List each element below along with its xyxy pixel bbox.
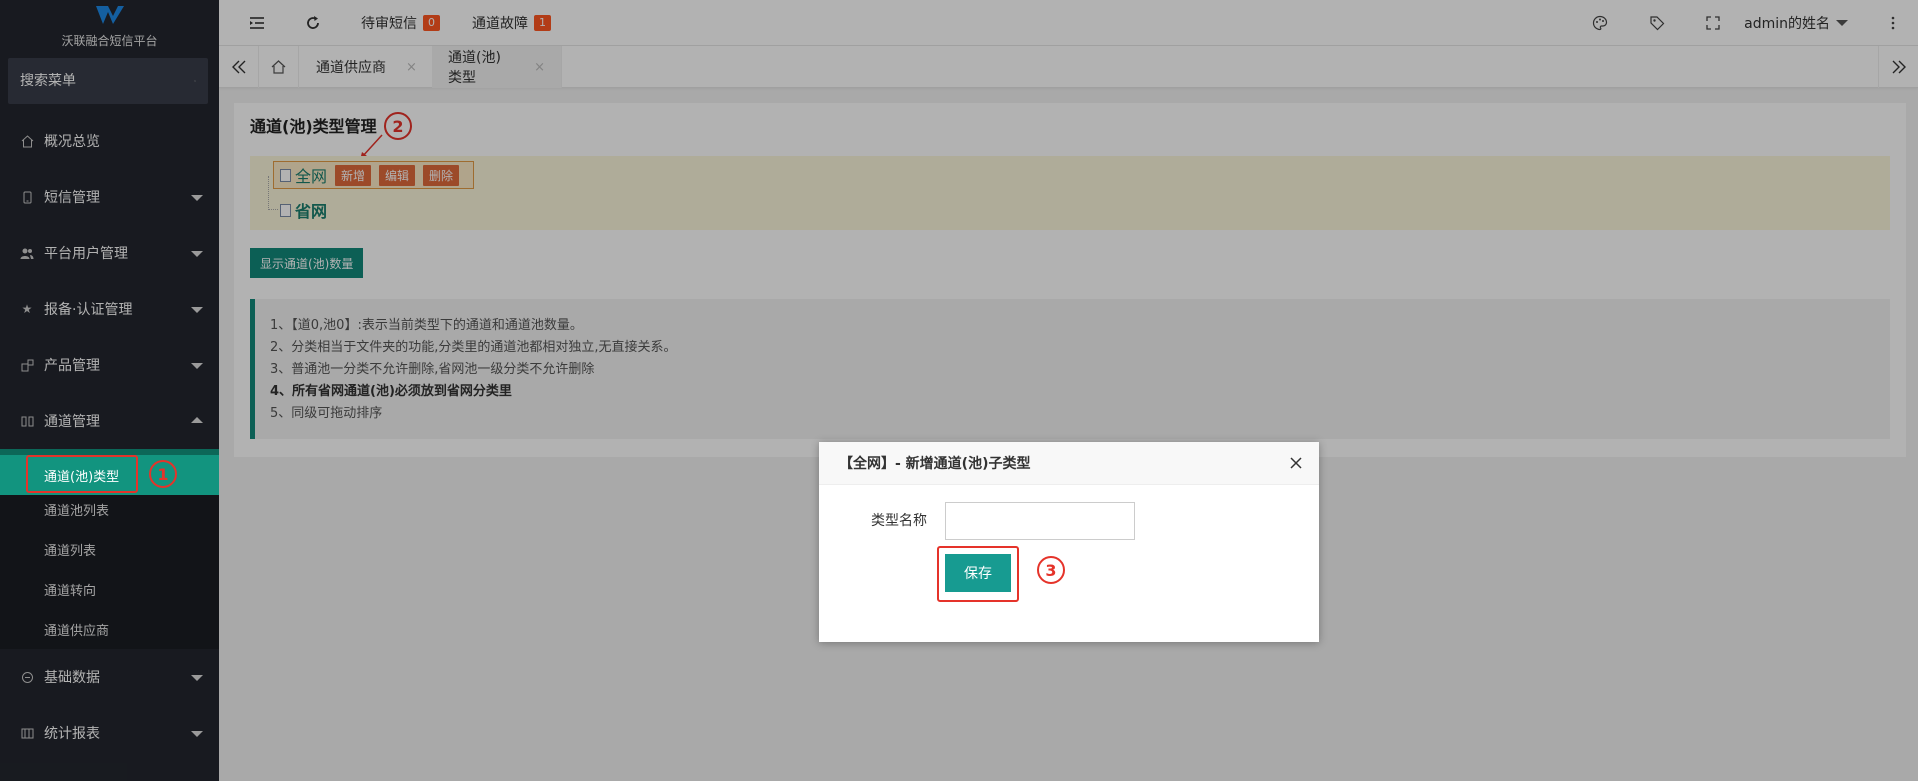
annotation-1: 1 xyxy=(149,460,177,488)
users-icon xyxy=(20,246,34,260)
caret-down-icon xyxy=(191,251,203,257)
sidebar-item-label: 平台用户管理 xyxy=(44,246,128,262)
menu-search-input[interactable] xyxy=(20,73,194,89)
logo[interactable]: 沃联融合短信平台 xyxy=(0,0,219,54)
channel-fault-link[interactable]: 通道故障 1 xyxy=(472,13,551,33)
sidebar-item-label: 统计报表 xyxy=(44,726,100,742)
caret-down-icon xyxy=(191,675,203,681)
sidebar-item-sms[interactable]: 短信管理 xyxy=(0,169,219,225)
channel-icon xyxy=(20,414,34,428)
caret-up-icon xyxy=(191,417,203,423)
logo-text: 沃联融合短信平台 xyxy=(61,34,158,48)
fullscreen-button[interactable] xyxy=(1703,13,1723,33)
collapse-sidebar-button[interactable] xyxy=(247,13,267,33)
sidebar-item-label: 通道管理 xyxy=(44,414,100,430)
star-icon: ★ xyxy=(21,302,33,316)
save-button[interactable]: 保存 xyxy=(945,554,1011,592)
user-name: admin的姓名 xyxy=(1744,16,1830,32)
sidebar-item-products[interactable]: 产品管理 xyxy=(0,337,219,393)
product-icon xyxy=(20,358,34,372)
sidebar-item-label: 基础数据 xyxy=(44,670,100,686)
sidebar-menu: 概况总览 短信管理 平台用户管理 ★ 报备·认证管理 产品管理 通道管理 通道池… xyxy=(0,113,219,761)
search-icon[interactable] xyxy=(194,74,196,88)
type-name-input[interactable] xyxy=(945,502,1135,540)
close-icon[interactable]: × xyxy=(406,60,417,75)
annotation-box-1 xyxy=(26,455,138,493)
sidebar-item-basic-data[interactable]: 基础数据 xyxy=(0,649,219,705)
user-menu[interactable]: admin的姓名 xyxy=(1744,13,1848,33)
sidebar-item-overview[interactable]: 概况总览 xyxy=(0,113,219,169)
annotation-3: 3 xyxy=(1037,556,1065,584)
tabs-scroll-left-button[interactable] xyxy=(219,46,259,88)
close-icon[interactable] xyxy=(1289,456,1303,470)
logo-icon xyxy=(95,6,124,24)
fullscreen-icon xyxy=(1706,16,1720,30)
sidebar-item-certification[interactable]: ★ 报备·认证管理 xyxy=(0,281,219,337)
sidebar: 沃联融合短信平台 概况总览 短信管理 平台用户管理 xyxy=(0,0,219,781)
sidebar-item-label: 通道列表 xyxy=(44,543,97,559)
pending-sms-badge: 0 xyxy=(423,15,440,31)
double-chevron-right-icon xyxy=(1892,60,1906,74)
type-name-label: 类型名称 xyxy=(871,513,927,529)
sidebar-item-reports[interactable]: 统计报表 xyxy=(0,705,219,761)
data-icon xyxy=(20,670,34,684)
tab-channel-pool-type[interactable]: 通道(池)类型 × xyxy=(432,46,562,88)
tabs-scroll-right-button[interactable] xyxy=(1878,46,1918,88)
dialog-header: 【全网】- 新增通道(池)子类型 xyxy=(819,442,1319,485)
tag-button[interactable] xyxy=(1647,13,1667,33)
menu-collapse-icon xyxy=(250,17,264,29)
tab-home[interactable] xyxy=(259,46,299,88)
tab-label: 通道供应商 xyxy=(316,60,386,76)
pending-sms-link[interactable]: 待审短信 0 xyxy=(361,13,440,33)
home-icon xyxy=(271,60,286,74)
sidebar-item-channel-list[interactable]: 通道列表 xyxy=(0,529,219,569)
tab-channel-supplier[interactable]: 通道供应商 × xyxy=(300,46,434,88)
tab-bar: 通道供应商 × 通道(池)类型 × xyxy=(219,46,1918,88)
sidebar-item-label: 产品管理 xyxy=(44,358,100,374)
dialog-title: 【全网】- 新增通道(池)子类型 xyxy=(839,456,1031,472)
caret-down-icon xyxy=(1836,20,1848,26)
double-chevron-left-icon xyxy=(231,60,245,74)
pending-sms-label: 待审短信 xyxy=(361,16,417,32)
palette-icon xyxy=(1592,15,1608,31)
sidebar-item-label: 概况总览 xyxy=(44,134,100,150)
sidebar-item-label: 通道转向 xyxy=(44,583,97,599)
sidebar-item-label: 通道供应商 xyxy=(44,623,110,639)
sidebar-item-users[interactable]: 平台用户管理 xyxy=(0,225,219,281)
caret-down-icon xyxy=(191,731,203,737)
sidebar-item-label: 通道池列表 xyxy=(44,503,110,519)
sidebar-item-label: 报备·认证管理 xyxy=(44,302,133,318)
caret-down-icon xyxy=(191,363,203,369)
modal-overlay[interactable] xyxy=(219,88,1918,781)
channel-fault-label: 通道故障 xyxy=(472,16,528,32)
refresh-icon xyxy=(307,16,319,29)
add-subtype-dialog: 【全网】- 新增通道(池)子类型 类型名称 保存 3 xyxy=(819,442,1319,642)
sidebar-item-channels[interactable]: 通道管理 xyxy=(0,393,219,449)
home-icon xyxy=(20,134,34,148)
tab-label: 通道(池)类型 xyxy=(448,50,501,86)
sidebar-item-channel-pool-list[interactable]: 通道池列表 xyxy=(0,489,219,529)
theme-button[interactable] xyxy=(1590,13,1610,33)
report-icon xyxy=(20,726,34,740)
top-header: 待审短信 0 通道故障 1 admin的姓名 xyxy=(219,0,1918,46)
sidebar-item-channel-redirect[interactable]: 通道转向 xyxy=(0,569,219,609)
tag-icon xyxy=(1650,16,1665,31)
refresh-button[interactable] xyxy=(303,13,323,33)
channel-fault-badge: 1 xyxy=(534,15,551,31)
phone-icon xyxy=(20,190,34,204)
more-vertical-icon xyxy=(1891,16,1895,30)
menu-search[interactable] xyxy=(8,58,208,104)
sidebar-item-channel-supplier[interactable]: 通道供应商 xyxy=(0,609,219,649)
caret-down-icon xyxy=(191,307,203,313)
sidebar-item-label: 短信管理 xyxy=(44,190,100,206)
more-button[interactable] xyxy=(1883,13,1903,33)
close-icon[interactable]: × xyxy=(534,60,545,75)
caret-down-icon xyxy=(191,195,203,201)
